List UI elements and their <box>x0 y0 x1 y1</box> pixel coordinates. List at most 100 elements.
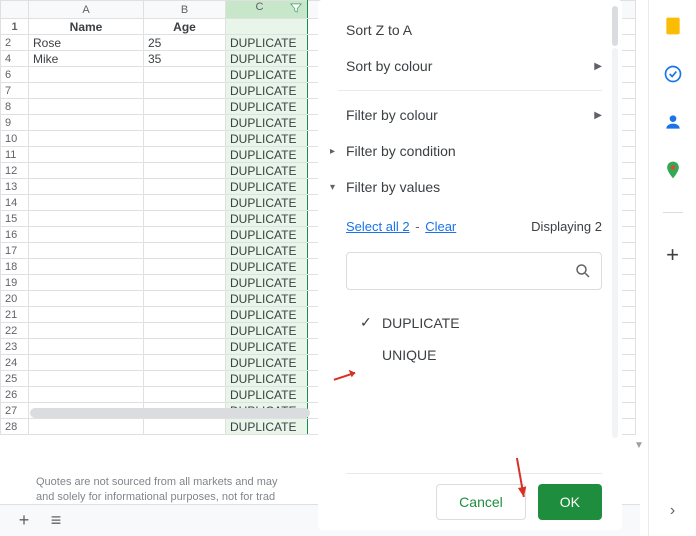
cell[interactable]: DUPLICATE <box>226 115 308 131</box>
cell[interactable]: DUPLICATE <box>226 371 308 387</box>
cell[interactable] <box>29 275 144 291</box>
row-number[interactable]: 27 <box>1 403 29 419</box>
cell[interactable]: DUPLICATE <box>226 323 308 339</box>
add-sheet-button[interactable]: + <box>8 507 40 535</box>
cell[interactable]: Mike <box>29 51 144 67</box>
cell[interactable] <box>144 227 226 243</box>
cell[interactable] <box>29 99 144 115</box>
filter-search-input[interactable] <box>346 252 602 290</box>
cell[interactable]: DUPLICATE <box>226 291 308 307</box>
cell[interactable] <box>29 147 144 163</box>
row-number[interactable]: 16 <box>1 227 29 243</box>
cell[interactable] <box>144 323 226 339</box>
cell[interactable] <box>29 243 144 259</box>
cell[interactable] <box>144 371 226 387</box>
cell[interactable]: DUPLICATE <box>226 147 308 163</box>
row-number[interactable]: 18 <box>1 259 29 275</box>
horizontal-scrollbar[interactable] <box>30 408 310 418</box>
cell[interactable] <box>29 323 144 339</box>
cell[interactable]: Age <box>144 19 226 35</box>
cell[interactable]: DUPLICATE <box>226 227 308 243</box>
sort-z-to-a[interactable]: Sort Z to A <box>318 12 622 48</box>
cell[interactable] <box>144 339 226 355</box>
search-icon[interactable] <box>574 262 592 283</box>
cell[interactable] <box>144 291 226 307</box>
filter-by-condition[interactable]: Filter by condition <box>318 133 622 169</box>
cell[interactable]: DUPLICATE <box>226 195 308 211</box>
cell[interactable] <box>144 307 226 323</box>
cell[interactable] <box>144 163 226 179</box>
row-number[interactable]: 25 <box>1 371 29 387</box>
cell[interactable]: DUPLICATE <box>226 339 308 355</box>
col-header-A[interactable]: A <box>29 1 144 19</box>
sort-by-colour[interactable]: Sort by colour ▶ <box>318 48 622 84</box>
row-number[interactable]: 9 <box>1 115 29 131</box>
cell[interactable] <box>29 387 144 403</box>
cell[interactable]: DUPLICATE <box>226 307 308 323</box>
cell[interactable]: DUPLICATE <box>226 131 308 147</box>
ok-button[interactable]: OK <box>538 484 602 520</box>
cell[interactable] <box>29 371 144 387</box>
add-addon-icon[interactable]: + <box>663 245 683 265</box>
maps-icon[interactable] <box>663 160 683 180</box>
cell[interactable]: 25 <box>144 35 226 51</box>
filter-icon[interactable] <box>289 1 303 18</box>
all-sheets-button[interactable]: ≡ <box>40 507 72 535</box>
row-number[interactable]: 4 <box>1 51 29 67</box>
cell[interactable]: DUPLICATE <box>226 275 308 291</box>
cell[interactable] <box>144 115 226 131</box>
keep-icon[interactable] <box>663 16 683 36</box>
contacts-icon[interactable] <box>663 112 683 132</box>
row-number[interactable]: 24 <box>1 355 29 371</box>
cell[interactable] <box>29 67 144 83</box>
cell[interactable]: DUPLICATE <box>226 179 308 195</box>
row-number[interactable]: 23 <box>1 339 29 355</box>
cell[interactable] <box>29 307 144 323</box>
row-number[interactable]: 22 <box>1 323 29 339</box>
cell[interactable] <box>144 131 226 147</box>
row-number[interactable]: 2 <box>1 35 29 51</box>
cell[interactable] <box>29 131 144 147</box>
tasks-icon[interactable] <box>663 64 683 84</box>
cell[interactable]: DUPLICATE <box>226 51 308 67</box>
filter-by-values[interactable]: Filter by values <box>318 169 622 205</box>
row-number[interactable]: 6 <box>1 67 29 83</box>
cell[interactable] <box>144 179 226 195</box>
cell[interactable] <box>144 83 226 99</box>
panel-scrollbar-thumb[interactable] <box>612 6 618 46</box>
cell[interactable]: DUPLICATE <box>226 67 308 83</box>
cell[interactable]: DUPLICATE <box>226 259 308 275</box>
cell[interactable] <box>144 243 226 259</box>
cell[interactable] <box>144 387 226 403</box>
cell[interactable] <box>29 179 144 195</box>
cell[interactable] <box>226 19 308 35</box>
cell[interactable] <box>144 211 226 227</box>
cell[interactable] <box>29 163 144 179</box>
cell[interactable] <box>144 147 226 163</box>
cell[interactable] <box>29 259 144 275</box>
cell[interactable] <box>29 419 144 435</box>
cell[interactable] <box>29 339 144 355</box>
cell[interactable] <box>144 419 226 435</box>
cell[interactable] <box>144 67 226 83</box>
row-number[interactable]: 1 <box>1 19 29 35</box>
cell[interactable] <box>29 291 144 307</box>
row-number[interactable]: 8 <box>1 99 29 115</box>
row-number[interactable]: 28 <box>1 419 29 435</box>
row-number[interactable]: 19 <box>1 275 29 291</box>
cell[interactable] <box>29 83 144 99</box>
row-number[interactable]: 14 <box>1 195 29 211</box>
row-number[interactable]: 7 <box>1 83 29 99</box>
cell[interactable]: DUPLICATE <box>226 243 308 259</box>
row-number[interactable]: 11 <box>1 147 29 163</box>
cell[interactable]: 35 <box>144 51 226 67</box>
row-number[interactable]: 15 <box>1 211 29 227</box>
hide-side-panel-icon[interactable]: › <box>670 502 675 520</box>
row-number[interactable]: 12 <box>1 163 29 179</box>
select-all-link[interactable]: Select all 2 <box>346 219 410 234</box>
cell[interactable] <box>29 195 144 211</box>
row-number[interactable]: 10 <box>1 131 29 147</box>
filter-value-option[interactable]: UNIQUE <box>360 339 602 371</box>
row-number[interactable]: 13 <box>1 179 29 195</box>
cell[interactable]: DUPLICATE <box>226 211 308 227</box>
